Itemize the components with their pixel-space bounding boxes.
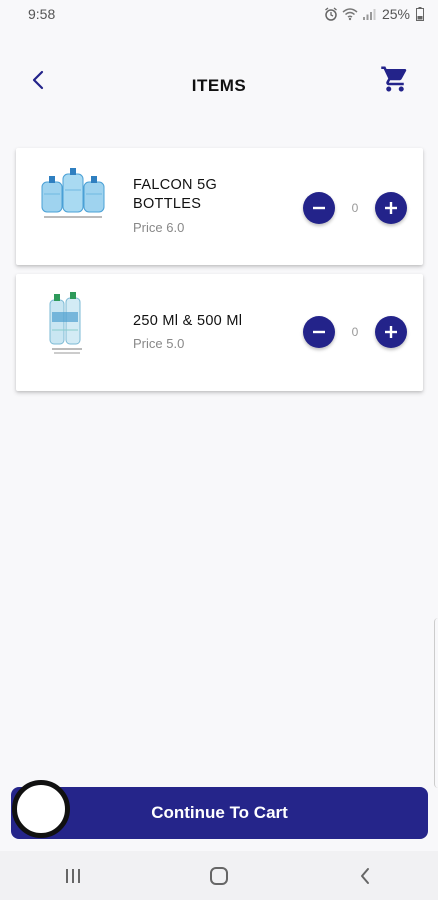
minus-icon bbox=[313, 206, 325, 210]
page-title: ITEMS bbox=[191, 76, 247, 95]
minus-icon bbox=[313, 330, 325, 334]
item-price: Price 5.0 bbox=[133, 336, 185, 351]
item-name: FALCON 5G BOTTLES bbox=[133, 177, 218, 212]
water-bottles-pack-image bbox=[44, 286, 92, 362]
quantity-stepper: 0 bbox=[303, 192, 407, 224]
decrease-button[interactable] bbox=[303, 316, 335, 348]
quantity-stepper: 0 bbox=[303, 316, 407, 348]
plus-icon bbox=[385, 326, 397, 338]
nav-back-button[interactable] bbox=[335, 856, 395, 896]
status-bar: 9:58 25% bbox=[0, 0, 438, 28]
home-button[interactable] bbox=[189, 856, 249, 896]
continue-to-cart-button[interactable]: Continue To Cart bbox=[11, 787, 428, 839]
recents-icon bbox=[66, 868, 80, 883]
status-icons bbox=[324, 7, 376, 21]
quantity-value: 0 bbox=[351, 201, 359, 215]
item-card: 250 Ml & 500 Ml Price 5.0 0 bbox=[16, 274, 423, 391]
quantity-value: 0 bbox=[351, 325, 359, 339]
continue-to-cart-label: Continue To Cart bbox=[151, 803, 288, 822]
increase-button[interactable] bbox=[375, 192, 407, 224]
back-icon bbox=[361, 867, 369, 884]
item-card: FALCON 5G BOTTLES Price 6.0 0 bbox=[16, 148, 423, 265]
status-time: 9:58 bbox=[28, 6, 56, 22]
touch-indicator bbox=[12, 780, 70, 838]
battery-percent: 25% bbox=[381, 6, 410, 22]
item-price: Price 6.0 bbox=[133, 220, 185, 235]
plus-icon bbox=[385, 202, 397, 214]
app-header: ITEMS bbox=[0, 58, 438, 114]
status-right: 25% bbox=[324, 6, 424, 22]
wifi-icon bbox=[342, 8, 358, 21]
decrease-button[interactable] bbox=[303, 192, 335, 224]
cart-button[interactable] bbox=[378, 62, 412, 96]
item-name: 250 Ml & 500 Ml bbox=[133, 313, 243, 329]
system-nav-bar bbox=[0, 851, 438, 900]
increase-button[interactable] bbox=[375, 316, 407, 348]
home-icon bbox=[210, 866, 228, 885]
alarm-icon bbox=[325, 7, 337, 21]
edge-panel-handle[interactable] bbox=[434, 618, 438, 788]
water-jugs-image bbox=[38, 164, 108, 230]
cart-icon bbox=[381, 66, 407, 92]
battery-icon bbox=[416, 7, 424, 21]
signal-icon bbox=[362, 9, 376, 20]
recents-button[interactable] bbox=[43, 856, 103, 896]
